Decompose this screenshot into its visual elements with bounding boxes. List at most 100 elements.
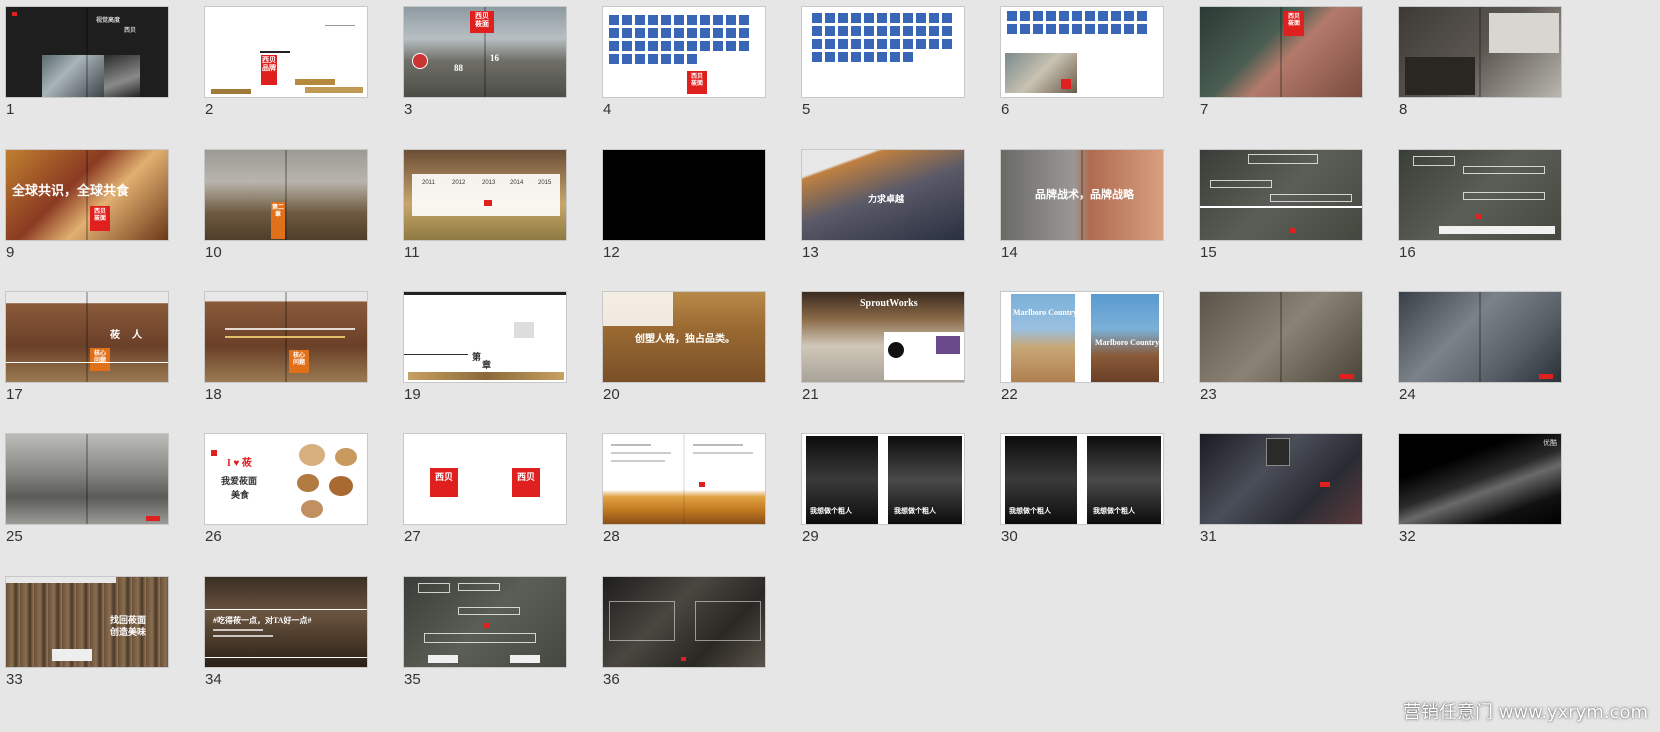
badge-text: 莜面 bbox=[93, 215, 106, 222]
fold-line bbox=[1479, 292, 1481, 382]
frame-box bbox=[458, 607, 520, 615]
slide-thumbnail[interactable]: 核心 问题 bbox=[204, 291, 368, 383]
slide-thumbnail[interactable]: 第 章 bbox=[403, 291, 567, 383]
ad-title: 我爱莜面 bbox=[221, 476, 258, 486]
slide-thumbnail[interactable] bbox=[602, 576, 766, 668]
photo bbox=[104, 55, 140, 97]
food-photo bbox=[297, 474, 319, 492]
badge-text: 核心 bbox=[93, 351, 106, 357]
slide-thumbnail[interactable]: 西贝 品牌 bbox=[204, 6, 368, 98]
slide-thumbnail[interactable] bbox=[602, 149, 766, 241]
food-photo bbox=[335, 448, 357, 466]
fold-line bbox=[1280, 7, 1282, 97]
slide-thumbnail[interactable]: I ♥ 莜 我爱莜面 美食 bbox=[204, 433, 368, 525]
brand-logo: 西贝 bbox=[430, 468, 458, 497]
ad-slogan: 我想做个粗人 bbox=[1009, 507, 1051, 515]
slide-thumbnail[interactable]: 优酷 bbox=[1398, 433, 1562, 525]
caption-bar bbox=[1439, 226, 1555, 234]
slide-thumbnail[interactable]: 全球共识，全球共食 西贝 莜面 bbox=[5, 149, 169, 241]
red-dot bbox=[699, 482, 705, 487]
slide-thumbnail[interactable] bbox=[1199, 433, 1363, 525]
slide-number: 25 bbox=[6, 528, 23, 545]
brand-badge: 西贝 莜面 bbox=[1284, 11, 1304, 36]
photo bbox=[1405, 57, 1475, 95]
slide-thumbnail[interactable]: 西贝 莜面 bbox=[1199, 6, 1363, 98]
slide-thumbnail[interactable] bbox=[403, 576, 567, 668]
slide-thumbnail[interactable] bbox=[1199, 291, 1363, 383]
slide-number: 9 bbox=[6, 244, 15, 261]
slide-number: 8 bbox=[1399, 101, 1408, 118]
slide-thumbnail[interactable]: 第二章 bbox=[204, 149, 368, 241]
store-sign: SproutWorks bbox=[860, 298, 918, 309]
badge-text: 莜面 bbox=[690, 80, 703, 87]
chapter-badge: 第二章 bbox=[271, 202, 285, 239]
core-badge: 核心 问题 bbox=[90, 348, 110, 371]
slide-thumbnail[interactable] bbox=[801, 6, 965, 98]
brand-badge: 西贝 莜面 bbox=[90, 206, 110, 231]
text-line bbox=[693, 452, 753, 454]
slide-thumbnail[interactable] bbox=[602, 433, 766, 525]
slide-thumbnail[interactable] bbox=[1398, 291, 1562, 383]
divider bbox=[1200, 206, 1362, 208]
red-dot bbox=[1320, 482, 1330, 487]
slide-number: 20 bbox=[603, 386, 620, 403]
slide-thumbnail[interactable] bbox=[1199, 149, 1363, 241]
slide-thumbnail[interactable]: 力求卓越 bbox=[801, 149, 965, 241]
slide-number: 7 bbox=[1200, 101, 1209, 118]
brand-badge: 西贝 品牌 bbox=[261, 55, 277, 85]
frame-box bbox=[609, 601, 675, 641]
face-grid bbox=[609, 15, 761, 64]
slide-title: 创塑人格，独占品类。 bbox=[635, 334, 735, 345]
slide-thumbnail[interactable]: 我想做个粗人 我想做个粗人 bbox=[801, 433, 965, 525]
timeline-year: 2013 bbox=[482, 180, 496, 186]
slide-thumbnail[interactable]: 视觉高度 西贝 bbox=[5, 6, 169, 98]
slide-number: 3 bbox=[404, 101, 413, 118]
slide-thumbnail[interactable]: 创塑人格，独占品类。 bbox=[602, 291, 766, 383]
slide-number: 18 bbox=[205, 386, 222, 403]
badge-text: 西贝 bbox=[690, 74, 703, 80]
slide-thumbnail[interactable] bbox=[5, 433, 169, 525]
slide-thumbnail[interactable]: 莜 人 核心 问题 bbox=[5, 291, 169, 383]
slide-thumbnail[interactable]: 西贝 西贝 bbox=[403, 433, 567, 525]
caption-box bbox=[52, 649, 92, 661]
frame-box bbox=[424, 633, 536, 643]
slide-thumbnail[interactable] bbox=[1398, 6, 1562, 98]
red-dot bbox=[1061, 79, 1071, 89]
fold-line bbox=[285, 150, 287, 240]
slide-thumbnail[interactable]: 西贝 莜面 88 16 bbox=[403, 6, 567, 98]
slide-title: 全球共识，全球共食 bbox=[12, 183, 130, 198]
slide-thumbnail[interactable]: Marlboro Country. Marlboro Country. bbox=[1000, 291, 1164, 383]
slide-thumbnail[interactable]: #吃得莜一点，对TA好一点# bbox=[204, 576, 368, 668]
watermark: 营销任意门 www.yxrym.com bbox=[1402, 702, 1648, 723]
ad-title: I ♥ 莜 bbox=[227, 458, 252, 469]
slide-number: 16 bbox=[1399, 244, 1416, 261]
slide-thumbnail[interactable]: 西贝 莜面 bbox=[602, 6, 766, 98]
slide-thumbnail[interactable] bbox=[1000, 6, 1164, 98]
text-line bbox=[611, 444, 651, 446]
slide-thumbnail[interactable]: SproutWorks bbox=[801, 291, 965, 383]
slide-thumbnail[interactable]: 找回莜面 创造美味 bbox=[5, 576, 169, 668]
slide-thumbnail[interactable] bbox=[1398, 149, 1562, 241]
slide-number: 33 bbox=[6, 671, 23, 688]
text-line bbox=[611, 452, 671, 454]
slide-thumbnail[interactable]: 2011 2012 2013 2014 2015 bbox=[403, 149, 567, 241]
badge-text: 核心 bbox=[292, 353, 305, 359]
slide-thumbnail[interactable]: 品牌战术，品牌战略 bbox=[1000, 149, 1164, 241]
timeline-year: 2015 bbox=[538, 180, 552, 186]
avatar bbox=[412, 53, 428, 69]
badge-text: 问题 bbox=[292, 359, 305, 366]
slide-number: 21 bbox=[802, 386, 819, 403]
glitch-bar bbox=[408, 372, 564, 380]
food-photo bbox=[301, 500, 323, 518]
chapter-text: 第 bbox=[472, 352, 482, 362]
frame-box bbox=[458, 583, 500, 591]
slide-number: 36 bbox=[603, 671, 620, 688]
ad-slogan: 我想做个粗人 bbox=[894, 507, 936, 515]
badge-text: 西贝 bbox=[93, 209, 106, 215]
slide-number: 28 bbox=[603, 528, 620, 545]
slide-number: 11 bbox=[404, 244, 420, 261]
logo-text: 西贝 bbox=[434, 472, 453, 482]
slide-thumbnail[interactable]: 我想做个粗人 我想做个粗人 bbox=[1000, 433, 1164, 525]
red-dot bbox=[1340, 374, 1354, 379]
glitch-bar bbox=[305, 87, 363, 93]
